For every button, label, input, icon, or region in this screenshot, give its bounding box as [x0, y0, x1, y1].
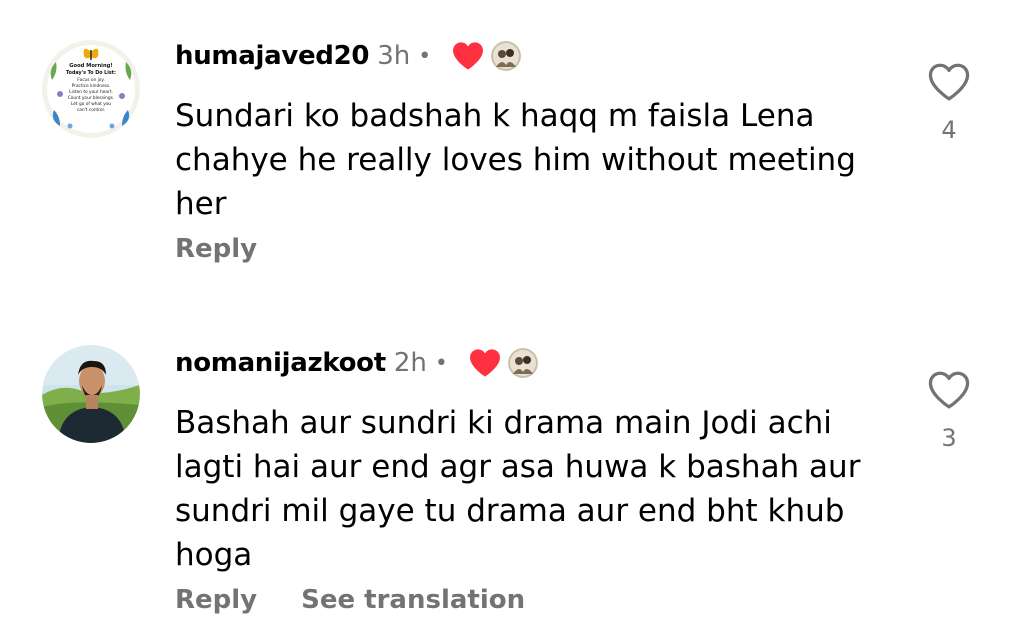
comment-header: humajaved20 3h •	[175, 38, 522, 74]
avatar[interactable]: Good Morning! Today's To Do List: Focus …	[42, 40, 140, 138]
like-control: 3	[922, 370, 976, 452]
heart-filled-icon	[468, 348, 502, 378]
avatar-text-line: can't control.	[77, 107, 105, 113]
reply-button[interactable]: Reply	[175, 585, 257, 615]
timestamp: 2h	[393, 348, 427, 378]
avatar-text-line: Count your blessings.	[68, 95, 114, 101]
heart-filled-icon	[451, 41, 485, 71]
avatar-text-line: Focus on joy.	[77, 77, 104, 83]
comment-text: Sundari ko badshah k haqq m faisla Lena …	[175, 98, 856, 222]
heart-outline-icon[interactable]	[927, 370, 971, 410]
like-control: 4	[922, 62, 976, 144]
comment-item: Good Morning! Today's To Do List: Focus …	[0, 0, 1024, 300]
avatar[interactable]	[42, 345, 140, 443]
avatar-text-line: Listen to your heart.	[69, 89, 113, 95]
reply-button[interactable]: Reply	[175, 234, 257, 264]
like-count: 4	[941, 116, 957, 144]
avatar-image: Good Morning! Today's To Do List: Focus …	[42, 40, 140, 138]
comment-actions: Reply	[175, 234, 257, 264]
comment-text: Bashah aur sundri ki drama main Jodi ach…	[175, 405, 861, 573]
avatar-text-line: Today's To Do List:	[66, 70, 116, 76]
comment-item: nomanijazkoot 2h • Bashah aur sundri ki …	[0, 300, 1024, 631]
creator-avatar	[491, 41, 522, 71]
avatar-text-line: Good Morning!	[69, 63, 112, 69]
avatar-image	[42, 345, 140, 443]
like-count: 3	[941, 424, 957, 452]
comment-actions: Reply See translation	[175, 585, 525, 615]
heart-outline-icon[interactable]	[927, 62, 971, 102]
timestamp: 3h	[377, 41, 411, 71]
comment-header: nomanijazkoot 2h •	[175, 345, 538, 381]
separator-dot: •	[418, 43, 432, 69]
see-translation-button[interactable]: See translation	[301, 585, 525, 615]
separator-dot: •	[434, 350, 448, 376]
avatar-text-line: Practice kindness.	[72, 83, 111, 89]
username[interactable]: humajaved20	[175, 41, 370, 71]
creator-avatar	[507, 348, 538, 378]
username[interactable]: nomanijazkoot	[175, 348, 386, 378]
avatar-text-line: Let go of what you	[71, 101, 111, 107]
